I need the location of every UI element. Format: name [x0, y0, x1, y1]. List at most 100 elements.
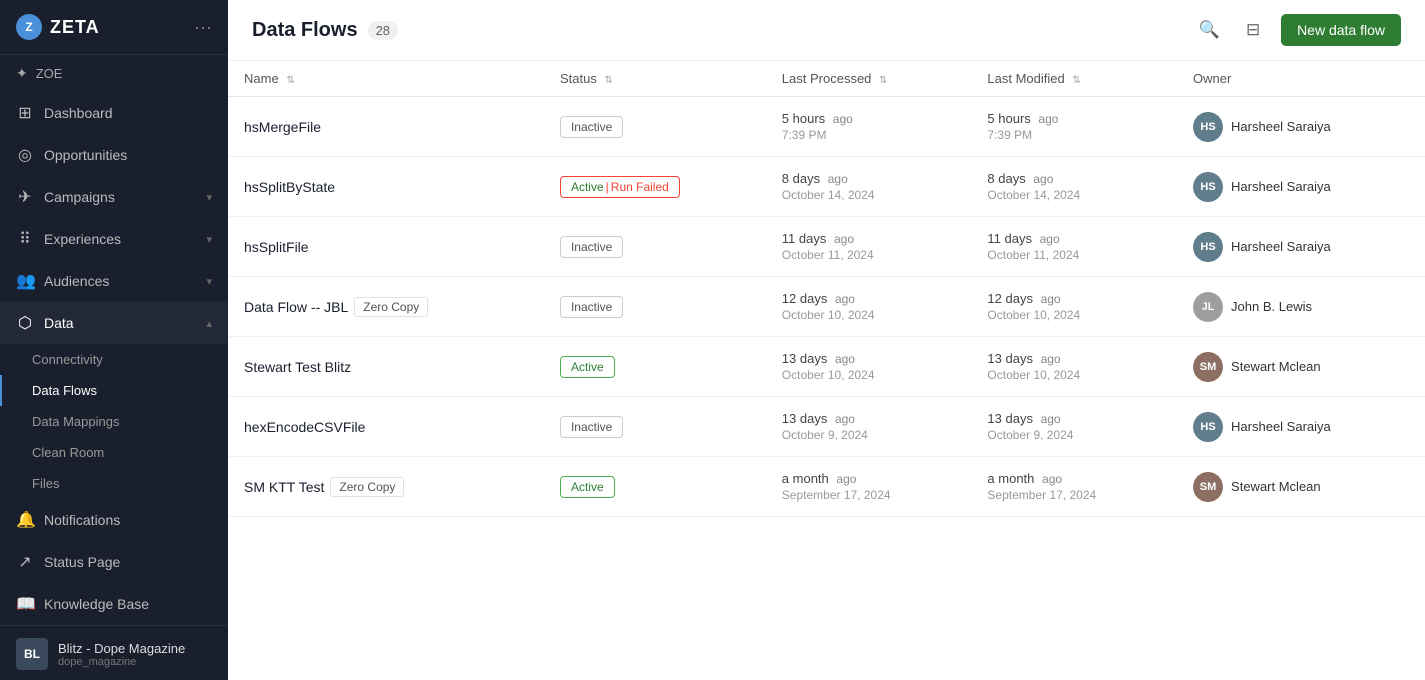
status-badge: Inactive [560, 296, 623, 318]
cell-status: Active [544, 457, 766, 517]
sidebar-subitem-data-flows[interactable]: Data Flows [0, 375, 228, 406]
table-row[interactable]: hsMergeFileInactive5 hours ago7:39 PM5 h… [228, 97, 1425, 157]
time-primary: 12 days ago [782, 291, 956, 306]
col-last-processed[interactable]: Last Processed ⇅ [766, 61, 972, 97]
col-owner: Owner [1177, 61, 1425, 97]
sidebar-item-label: Knowledge Base [44, 596, 149, 612]
cell-name: SM KTT Test Zero Copy [228, 457, 544, 517]
time-primary: 8 days ago [782, 171, 956, 186]
sidebar-logo: Z ZETA ··· [0, 0, 228, 55]
sidebar-item-status-page[interactable]: ↗ Status Page [0, 541, 228, 583]
time-secondary: September 17, 2024 [987, 488, 1161, 502]
avatar: SM [1193, 472, 1223, 502]
count-badge: 28 [368, 21, 398, 40]
sidebar-subitem-data-mappings[interactable]: Data Mappings [0, 406, 228, 437]
sidebar-item-label: Experiences [44, 231, 121, 247]
status-badge: Active [560, 476, 615, 498]
sidebar-item-audiences[interactable]: 👥 Audiences ▾ [0, 260, 228, 302]
sidebar-item-data[interactable]: ⬡ Data ▴ [0, 302, 228, 344]
opportunities-icon: ◎ [16, 145, 34, 165]
status-badge: Inactive [560, 116, 623, 138]
sidebar-item-knowledge-base[interactable]: 📖 Knowledge Base [0, 583, 228, 625]
cell-last-modified: a month ago September 17, 2024 [971, 457, 1177, 517]
owner-name: John B. Lewis [1231, 299, 1312, 314]
data-flows-table: Name ⇅ Status ⇅ Last Processed ⇅ Last Mo… [228, 61, 1425, 517]
sidebar-subitem-connectivity[interactable]: Connectivity [0, 344, 228, 375]
workspace-avatar: BL [16, 638, 48, 670]
avatar: HS [1193, 412, 1223, 442]
avatar: SM [1193, 352, 1223, 382]
cell-status: Inactive [544, 277, 766, 337]
cell-status: Inactive [544, 397, 766, 457]
time-secondary: October 10, 2024 [987, 308, 1161, 322]
cell-owner: SMStewart Mclean [1177, 337, 1425, 397]
sidebar-subitem-clean-room[interactable]: Clean Room [0, 437, 228, 468]
more-menu-icon[interactable]: ··· [194, 17, 212, 38]
filter-icon: ⊟ [1246, 20, 1260, 40]
campaigns-icon: ✈ [16, 187, 34, 207]
table-row[interactable]: hsSplitFileInactive11 days agoOctober 11… [228, 217, 1425, 277]
sort-icon: ⇅ [286, 75, 294, 86]
time-primary: a month ago [782, 471, 956, 486]
cell-last-processed: 12 days agoOctober 10, 2024 [766, 277, 972, 337]
time-primary: a month ago [987, 471, 1161, 486]
experiences-icon: ⠿ [16, 229, 34, 249]
table-row[interactable]: Stewart Test BlitzActive13 days agoOctob… [228, 337, 1425, 397]
cell-name: hexEncodeCSVFile [228, 397, 544, 457]
search-icon: 🔍 [1198, 20, 1219, 40]
chevron-down-icon: ▾ [206, 191, 212, 204]
header-left: Data Flows 28 [252, 19, 398, 42]
audiences-icon: 👥 [16, 271, 34, 291]
time-secondary: October 9, 2024 [782, 428, 956, 442]
tag-badge: Zero Copy [330, 477, 404, 497]
time-secondary: October 10, 2024 [987, 368, 1161, 382]
sidebar-item-dashboard[interactable]: ⊞ Dashboard [0, 92, 228, 134]
workspace-info: Blitz - Dope Magazine dope_magazine [58, 641, 185, 668]
main-header: Data Flows 28 🔍 ⊟ New data flow [228, 0, 1425, 61]
cell-owner: SMStewart Mclean [1177, 457, 1425, 517]
avatar: HS [1193, 172, 1223, 202]
sidebar-item-label: Data [44, 315, 74, 331]
logo-text: ZETA [50, 17, 100, 38]
new-data-flow-button[interactable]: New data flow [1281, 14, 1401, 46]
table-row[interactable]: Data Flow -- JBLZero Copy Inactive 12 days… [228, 277, 1425, 337]
dashboard-icon: ⊞ [16, 103, 34, 123]
knowledge-base-icon: 📖 [16, 594, 34, 614]
sidebar-item-opportunities[interactable]: ◎ Opportunities [0, 134, 228, 176]
sidebar-item-notifications[interactable]: 🔔 Notifications [0, 499, 228, 541]
sidebar-item-zoe[interactable]: ✦ ZOE [0, 55, 228, 92]
col-last-modified[interactable]: Last Modified ⇅ [971, 61, 1177, 97]
sort-icon: ⇅ [604, 75, 612, 86]
col-status[interactable]: Status ⇅ [544, 61, 766, 97]
time-primary: 11 days ago [782, 231, 956, 246]
cell-last-modified: 13 days ago October 10, 2024 [971, 337, 1177, 397]
time-secondary: October 9, 2024 [987, 428, 1161, 442]
search-button[interactable]: 🔍 [1193, 14, 1225, 46]
tag-badge: Zero Copy [354, 297, 428, 317]
sidebar-item-label: Status Page [44, 554, 120, 570]
flow-name: SM KTT Test [244, 479, 324, 495]
owner-name: Harsheel Saraiya [1231, 119, 1331, 134]
table-row[interactable]: hsSplitByState Active|Run Failed 8 days ag… [228, 157, 1425, 217]
cell-name: Data Flow -- JBLZero Copy [228, 277, 544, 337]
sort-icon: ⇅ [1072, 75, 1080, 86]
workspace-footer: BL Blitz - Dope Magazine dope_magazine [0, 625, 228, 680]
workspace-name: Blitz - Dope Magazine [58, 641, 185, 656]
cell-last-modified: 5 hours ago7:39 PM [971, 97, 1177, 157]
sidebar-item-experiences[interactable]: ⠿ Experiences ▾ [0, 218, 228, 260]
zoe-icon: ✦ [16, 65, 28, 82]
status-badge: Active|Run Failed [560, 176, 680, 198]
table-row[interactable]: hexEncodeCSVFileInactive13 days agoOctob… [228, 397, 1425, 457]
sidebar-item-campaigns[interactable]: ✈ Campaigns ▾ [0, 176, 228, 218]
time-primary: 13 days ago [987, 351, 1161, 366]
col-name[interactable]: Name ⇅ [228, 61, 544, 97]
filter-button[interactable]: ⊟ [1237, 14, 1269, 46]
flow-name: hsSplitByState [244, 179, 335, 195]
status-badge: Inactive [560, 416, 623, 438]
cell-last-processed: a month agoSeptember 17, 2024 [766, 457, 972, 517]
table-row[interactable]: SM KTT Test Zero Copy Active a month ago Sep… [228, 457, 1425, 517]
flow-name: hsMergeFile [244, 119, 321, 135]
cell-last-processed: 13 days agoOctober 10, 2024 [766, 337, 972, 397]
owner-name: Harsheel Saraiya [1231, 239, 1331, 254]
sidebar-subitem-files[interactable]: Files [0, 468, 228, 499]
